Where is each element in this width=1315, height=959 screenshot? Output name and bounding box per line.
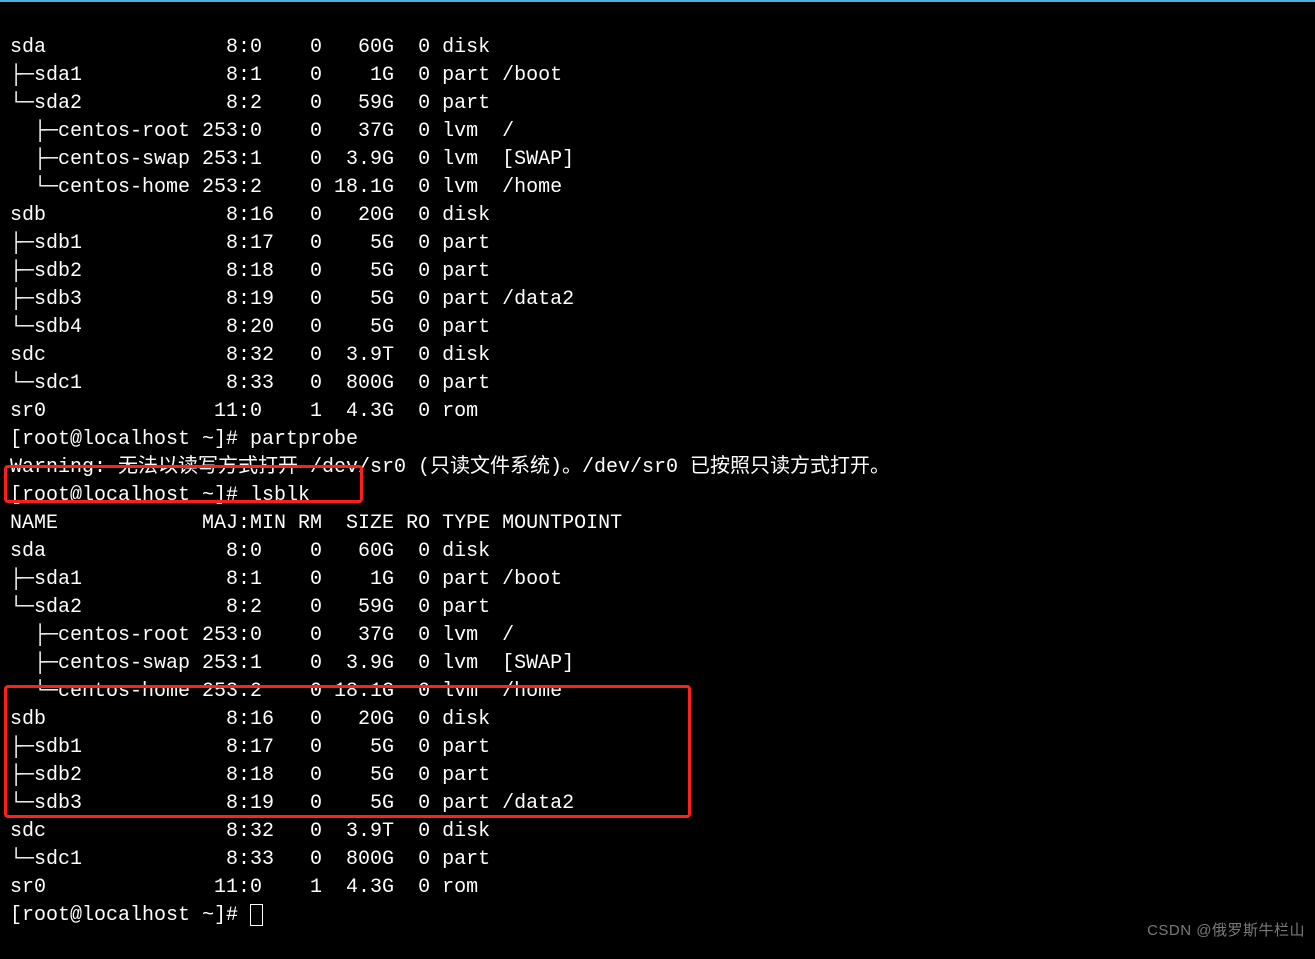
terminal-line: sdc 8:32 0 3.9T 0 disk xyxy=(10,344,502,367)
terminal-line: ├─sdb3 8:19 0 5G 0 part /data2 xyxy=(10,288,574,311)
terminal-line: ├─centos-root 253:0 0 37G 0 lvm / xyxy=(10,624,514,647)
terminal-line: sr0 11:0 1 4.3G 0 rom xyxy=(10,400,502,423)
terminal-line: NAME MAJ:MIN RM SIZE RO TYPE MOUNTPOINT xyxy=(10,512,622,535)
terminal-line: ├─sdb2 8:18 0 5G 0 part xyxy=(10,764,502,787)
terminal-line: ├─centos-swap 253:1 0 3.9G 0 lvm [SWAP] xyxy=(10,148,574,171)
terminal-line: ├─sda1 8:1 0 1G 0 part /boot xyxy=(10,64,562,87)
terminal-line: ├─sdb1 8:17 0 5G 0 part xyxy=(10,232,502,255)
terminal-line: ├─sdb2 8:18 0 5G 0 part xyxy=(10,260,502,283)
terminal-line: sr0 11:0 1 4.3G 0 rom xyxy=(10,876,502,899)
terminal-line: sdc 8:32 0 3.9T 0 disk xyxy=(10,820,502,843)
terminal-line: └─sdc1 8:33 0 800G 0 part xyxy=(10,372,502,395)
terminal-prompt[interactable]: [root@localhost ~]# xyxy=(10,904,263,927)
prompt-text: [root@localhost ~]# xyxy=(10,904,250,927)
terminal-line: sdb 8:16 0 20G 0 disk xyxy=(10,204,502,227)
terminal-line: └─sda2 8:2 0 59G 0 part xyxy=(10,596,502,619)
terminal-line: └─sdb3 8:19 0 5G 0 part /data2 xyxy=(10,792,574,815)
terminal-line: sdb 8:16 0 20G 0 disk xyxy=(10,708,502,731)
terminal-line: sda 8:0 0 60G 0 disk xyxy=(10,36,502,59)
terminal-line: Warning: 无法以读写方式打开 /dev/sr0 (只读文件系统)。/de… xyxy=(10,456,890,479)
terminal-line: [root@localhost ~]# lsblk xyxy=(10,484,310,507)
terminal-line: └─centos-home 253:2 0 18.1G 0 lvm /home xyxy=(10,176,562,199)
terminal-line: └─sdb4 8:20 0 5G 0 part xyxy=(10,316,502,339)
terminal-line: [root@localhost ~]# partprobe xyxy=(10,428,358,451)
terminal-line: sda 8:0 0 60G 0 disk xyxy=(10,540,502,563)
terminal-line: ├─sda1 8:1 0 1G 0 part /boot xyxy=(10,568,562,591)
terminal-line: └─centos-home 253:2 0 18.1G 0 lvm /home xyxy=(10,680,562,703)
cursor-icon xyxy=(250,904,263,926)
terminal-line: ├─sdb1 8:17 0 5G 0 part xyxy=(10,736,502,759)
terminal-line: └─sda2 8:2 0 59G 0 part xyxy=(10,92,502,115)
terminal-line: ├─centos-swap 253:1 0 3.9G 0 lvm [SWAP] xyxy=(10,652,574,675)
terminal-line: ├─centos-root 253:0 0 37G 0 lvm / xyxy=(10,120,514,143)
terminal-output: sda 8:0 0 60G 0 disk ├─sda1 8:1 0 1G 0 p… xyxy=(0,2,1315,934)
terminal-line: └─sdc1 8:33 0 800G 0 part xyxy=(10,848,502,871)
watermark-text: CSDN @俄罗斯牛栏山 xyxy=(1147,917,1305,945)
